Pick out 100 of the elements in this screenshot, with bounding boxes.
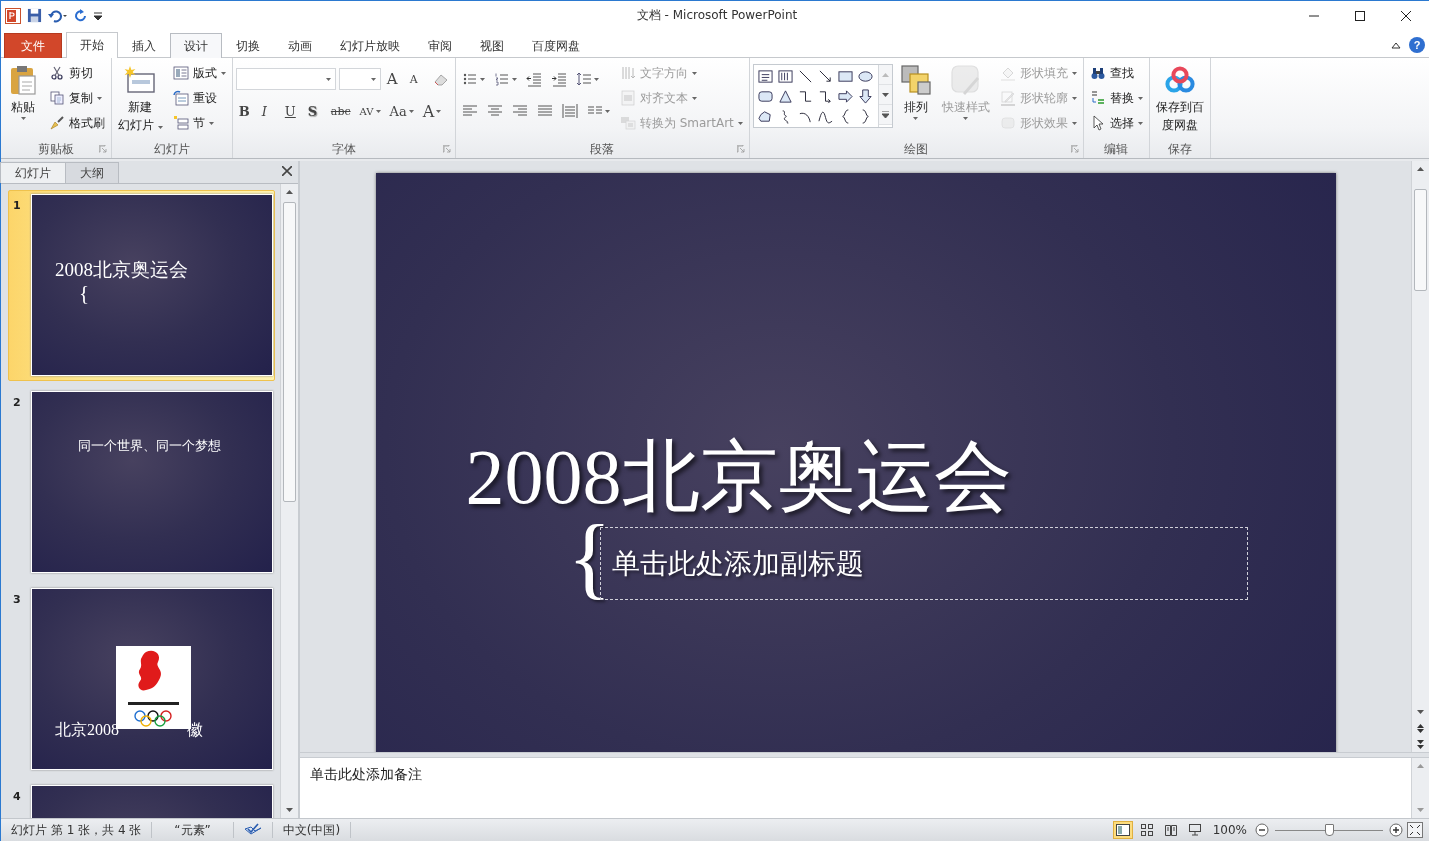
language[interactable]: 中文(中国) bbox=[282, 821, 341, 839]
notes-placeholder[interactable]: 单击此处添加备注 bbox=[310, 766, 422, 782]
zoom-level[interactable]: 100% bbox=[1208, 823, 1251, 837]
cloud-button[interactable]: 保存到百 度网盘 bbox=[1152, 62, 1207, 136]
elbow-connector-icon[interactable] bbox=[798, 88, 814, 104]
caret-icon bbox=[604, 109, 610, 113]
vertical-scrollbar[interactable] bbox=[280, 184, 298, 818]
slide-number: 4 bbox=[12, 789, 22, 803]
ribbon-tab[interactable]: 审阅 bbox=[414, 33, 466, 58]
grow-button[interactable]: A bbox=[383, 68, 404, 90]
gallery-down-button[interactable] bbox=[878, 85, 892, 105]
ribbon-tab[interactable]: 动画 bbox=[274, 33, 326, 58]
scroll-thumb[interactable] bbox=[1414, 189, 1427, 291]
slide-thumbnail-item[interactable]: 2 同一个世界、同一个梦想 bbox=[8, 387, 275, 578]
arrange-button[interactable]: 排列 bbox=[896, 62, 935, 122]
ribbon-tab[interactable]: 开始 bbox=[66, 32, 118, 58]
fit-to-window-icon[interactable] bbox=[1407, 822, 1423, 838]
caret-icon bbox=[963, 117, 969, 120]
caret-icon bbox=[97, 96, 102, 100]
collapse-ribbon-icon[interactable] bbox=[1391, 41, 1401, 49]
new-slide-button[interactable]: 新建 幻灯片 bbox=[115, 62, 166, 136]
font-size-field[interactable] bbox=[338, 68, 381, 90]
ribbon-tab[interactable]: 切换 bbox=[222, 33, 274, 58]
down-arrow-icon bbox=[881, 92, 889, 97]
vertical-textbox-icon[interactable] bbox=[778, 68, 794, 84]
freeform-icon[interactable] bbox=[758, 108, 774, 124]
clipboard-button[interactable]: 粘贴 bbox=[4, 62, 42, 122]
theme-name[interactable]: “元素” bbox=[174, 821, 211, 839]
new-slide-icon bbox=[124, 64, 157, 96]
down-arrow-icon bbox=[1417, 710, 1424, 714]
down-arrow-icon[interactable] bbox=[858, 88, 874, 104]
file-tab[interactable]: 文件 bbox=[4, 33, 62, 58]
save-icon[interactable] bbox=[27, 8, 42, 23]
caret-icon bbox=[375, 109, 381, 113]
scroll-thumb[interactable] bbox=[283, 202, 296, 502]
help-button[interactable]: ? bbox=[1409, 37, 1425, 53]
elbow-arrow-icon[interactable] bbox=[818, 88, 834, 104]
brush-button[interactable]: 格式刷 bbox=[46, 112, 108, 134]
zoom-in-icon[interactable] bbox=[1389, 823, 1403, 837]
shrink-button[interactable]: A bbox=[406, 68, 427, 90]
spacing-button[interactable]: AV bbox=[356, 100, 384, 122]
zoom-slider-thumb[interactable] bbox=[1324, 824, 1334, 836]
zoom-out-icon[interactable] bbox=[1255, 823, 1269, 837]
bold-button[interactable]: B bbox=[235, 100, 256, 122]
ribbon-tab[interactable]: 幻灯片放映 bbox=[326, 33, 414, 58]
binoculars-button[interactable]: 查找 bbox=[1086, 62, 1146, 84]
group-label: 段落 bbox=[590, 140, 615, 158]
right-arrow-icon[interactable] bbox=[838, 88, 854, 104]
gallery-more-button[interactable] bbox=[878, 105, 892, 125]
copy-button[interactable]: 复制 bbox=[46, 87, 108, 109]
normal-view-button[interactable] bbox=[1112, 821, 1133, 839]
powerpoint-logo-icon[interactable] bbox=[5, 7, 21, 24]
case-button[interactable]: Aa bbox=[386, 100, 417, 122]
caret-icon bbox=[691, 96, 697, 100]
pane-tab[interactable]: 大纲 bbox=[65, 162, 119, 183]
rounded-rectangle-icon[interactable] bbox=[758, 88, 774, 104]
ribbon-tab[interactable]: 设计 bbox=[170, 33, 222, 58]
group-label: 幻灯片 bbox=[153, 140, 190, 158]
ribbon-tab[interactable]: 视图 bbox=[466, 33, 518, 58]
close-icon bbox=[282, 166, 292, 176]
brush-icon bbox=[49, 115, 65, 131]
undo-icon[interactable] bbox=[48, 8, 68, 23]
quick-style-icon bbox=[949, 64, 982, 96]
caret-icon bbox=[913, 117, 919, 120]
caret-icon bbox=[511, 77, 517, 81]
caret-icon bbox=[1137, 96, 1143, 100]
vertical-scrollbar[interactable] bbox=[1411, 161, 1429, 752]
ribbon-tab[interactable]: 百度网盘 bbox=[518, 33, 594, 58]
ribbon-tab[interactable]: 插入 bbox=[118, 33, 170, 58]
replace-button[interactable]: 替换 bbox=[1086, 87, 1146, 109]
rectangle-icon[interactable] bbox=[838, 68, 854, 84]
oval-icon[interactable] bbox=[858, 68, 874, 84]
pane-tab[interactable]: 幻灯片 bbox=[0, 162, 66, 183]
shadow-button[interactable]: S bbox=[304, 100, 325, 122]
caret-icon bbox=[737, 121, 743, 125]
slide-thumbnail-item[interactable]: 4 bbox=[8, 781, 275, 818]
slide-count: 幻灯片 第 1 张，共 4 张 bbox=[11, 821, 142, 839]
cursor-button[interactable]: 选择 bbox=[1086, 112, 1146, 134]
line-spacing-icon bbox=[575, 71, 592, 87]
replace-icon bbox=[1089, 90, 1106, 106]
italic-button[interactable]: I bbox=[258, 100, 279, 122]
line-icon[interactable] bbox=[798, 68, 814, 84]
indent-icon bbox=[550, 71, 567, 87]
up-arrow-icon bbox=[1417, 167, 1424, 171]
layout-button[interactable]: 版式 bbox=[169, 62, 229, 84]
textbox-icon[interactable] bbox=[758, 68, 774, 84]
customize-toolbar-icon[interactable] bbox=[94, 11, 102, 20]
redo-icon[interactable] bbox=[74, 8, 88, 23]
spell-check-icon[interactable] bbox=[243, 823, 262, 837]
section-button[interactable]: 节 bbox=[169, 112, 229, 134]
strike-button[interactable]: abc bbox=[327, 100, 354, 122]
arrow-line-icon[interactable] bbox=[818, 68, 834, 84]
caret-icon bbox=[157, 126, 163, 129]
slide-thumbnail-item[interactable]: 1 2008北京奥运会 { bbox=[8, 190, 275, 381]
font-name-field[interactable] bbox=[235, 68, 336, 90]
color-button[interactable]: A bbox=[419, 100, 445, 122]
scissors-button[interactable]: 剪切 bbox=[46, 62, 108, 84]
reset-button[interactable]: 重设 bbox=[169, 87, 229, 109]
triangle-icon[interactable] bbox=[778, 88, 794, 104]
underline-button[interactable]: U bbox=[281, 100, 302, 122]
